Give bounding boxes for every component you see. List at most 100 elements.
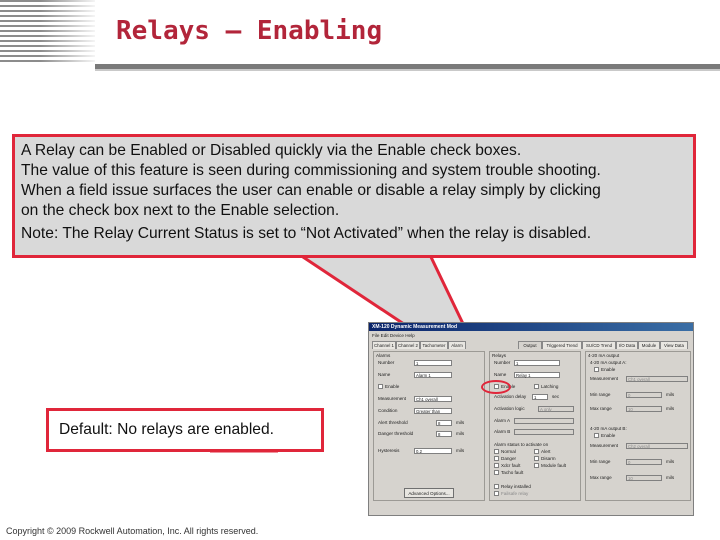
output-b-min-range-field[interactable]: 0 [626,459,662,465]
tab-view-data[interactable]: View Data [660,341,688,349]
tab-channel-1[interactable]: Channel 1 [372,341,396,349]
output-b-max-unit: mils [666,475,675,480]
output-b-max-range-field[interactable]: 10 [626,475,662,481]
copyright-footer: Copyright © 2009 Rockwell Automation, In… [6,526,259,536]
alarm-condition-label: Condition [378,408,398,413]
alarms-panel: Alarms Number 1 Name Alarm 1 Enable Meas… [373,351,485,501]
alert-threshold-field[interactable]: 8 [436,420,452,426]
danger-threshold-unit: mils [456,431,465,436]
callout-line-2: The value of this feature is seen during… [21,162,601,179]
output-a-measurement-select[interactable]: Ch1 overall [626,376,688,382]
alarm-enable-label: Enable [385,384,400,389]
alarm-name-label: Name [378,372,391,377]
output-a-min-range-label: Min range [590,392,611,397]
hysteresis-unit: mils [456,448,465,453]
callout-note: Note: The Relay Current Status is set to… [21,225,592,242]
normal-checkbox[interactable] [494,449,499,454]
alarm-number-label: Number [378,360,395,365]
dialog-tabs: Channel 1 Channel 2 Tachometer Alarm Out… [372,341,690,349]
alarm-enable-checkbox[interactable] [378,384,383,389]
output-b-measurement-label: Measurement [590,443,619,448]
activation-logic-select[interactable]: A only [538,406,574,412]
output-b-enable-checkbox[interactable] [594,433,599,438]
activation-delay-label: Activation delay [494,394,527,399]
tacho-fault-checkbox[interactable] [494,470,499,475]
xdcr-fault-checkbox[interactable] [494,463,499,468]
tab-triggered-trend[interactable]: Triggered Trend [542,341,582,349]
tab-tachometer[interactable]: Tachometer [420,341,448,349]
tab-module[interactable]: Module [638,341,660,349]
disarm-checkbox[interactable] [534,456,539,461]
relay-number-select[interactable]: 1 [514,360,560,366]
tab-io-data[interactable]: I/O Data [616,341,638,349]
alarm-measurement-select[interactable]: Ch1 overall [414,396,452,402]
enable-highlight-ring [481,380,511,394]
danger-checkbox[interactable] [494,456,499,461]
output-a-label: 4-20 mA output A: [590,360,627,365]
xdcr-fault-label: Xdcr fault [501,463,521,468]
alert-checkbox[interactable] [534,449,539,454]
tab-sucd-trend[interactable]: SU/CD Trend [582,341,616,349]
relay-name-field[interactable]: Relay 1 [514,372,560,378]
output-b-max-range-label: Max range [590,475,612,480]
disarm-label: Disarm [541,456,556,461]
output-b-label: 4-20 mA output B: [590,426,627,431]
output-b-min-unit: mils [666,459,675,464]
alert-threshold-unit: mils [456,420,465,425]
activation-logic-label: Activation logic [494,406,525,411]
output-a-measurement-label: Measurement [590,376,619,381]
tab-alarm[interactable]: Alarm [448,341,466,349]
output-420-panel: 4-20 mA output 4-20 mA output A: Enable … [585,351,691,501]
callout-line-1: A Relay can be Enabled or Disabled quick… [21,142,522,159]
module-fault-label: Module fault [541,463,567,468]
relay-config-dialog: XM-120 Dynamic Measurement Mod File Edit… [368,322,694,516]
callout-line-4: on the check box next to the Enable sele… [21,202,340,219]
default-note-box: Default: No relays are enabled. [46,408,324,452]
hysteresis-label: Hysteresis [378,448,400,453]
danger-threshold-field[interactable]: 8 [436,431,452,437]
relay-installed-label: Relay installed [501,484,531,489]
alarm-name-field[interactable]: Alarm 1 [414,372,452,378]
alarm-b-label: Alarm B [494,429,511,434]
danger-label: Danger [501,456,517,461]
callout-line-3: When a field issue surfaces the user can… [21,182,601,199]
explanation-callout: A Relay can be Enabled or Disabled quick… [12,134,696,258]
failsafe-checkbox[interactable] [494,491,499,496]
activation-delay-field[interactable]: 1 [532,394,548,400]
activation-delay-unit: sec [552,394,560,399]
hysteresis-field[interactable]: 0.2 [414,448,452,454]
output-a-min-range-field[interactable]: 0 [626,392,662,398]
module-fault-checkbox[interactable] [534,463,539,468]
relay-name-label: Name [494,372,507,377]
tab-channel-2[interactable]: Channel 2 [396,341,420,349]
dialog-titlebar: XM-120 Dynamic Measurement Mod [369,323,693,331]
relays-group-label: Relays [492,353,507,358]
output-420-group-label: 4-20 mA output [588,353,620,358]
alarms-group-label: Alarms [376,353,391,358]
relay-latching-checkbox[interactable] [534,384,539,389]
output-a-min-unit: mils [666,392,675,397]
output-b-enable-label: Enable [601,433,616,438]
output-a-max-range-label: Max range [590,406,612,411]
danger-threshold-label: Danger threshold [378,431,414,436]
relay-installed-checkbox[interactable] [494,484,499,489]
advanced-options-button[interactable]: Advanced Options... [404,488,454,498]
output-a-enable-label: Enable [601,367,616,372]
output-a-max-unit: mils [666,406,675,411]
relay-latching-label: Latching [541,384,559,389]
output-a-max-range-field[interactable]: 10 [626,406,662,412]
alert-threshold-label: Alert threshold [378,420,408,425]
output-b-measurement-select[interactable]: Ch2 overall [626,443,688,449]
normal-label: Normal [501,449,516,454]
alarm-a-select[interactable] [514,418,574,424]
alarm-number-select[interactable]: 1 [414,360,452,366]
dialog-menu-bar[interactable]: File Edit Device Help [372,333,415,338]
alarm-condition-select[interactable]: Greater than [414,408,452,414]
alarm-status-label: Alarm status to activate on [494,442,549,447]
tacho-fault-label: Tacho fault [501,470,524,475]
relays-panel: Relays Number 1 Name Relay 1 Enable Latc… [489,351,581,501]
alarm-b-select[interactable] [514,429,574,435]
failsafe-label: Failsafe relay [501,491,529,496]
tab-output[interactable]: Output [518,341,542,349]
output-a-enable-checkbox[interactable] [594,367,599,372]
